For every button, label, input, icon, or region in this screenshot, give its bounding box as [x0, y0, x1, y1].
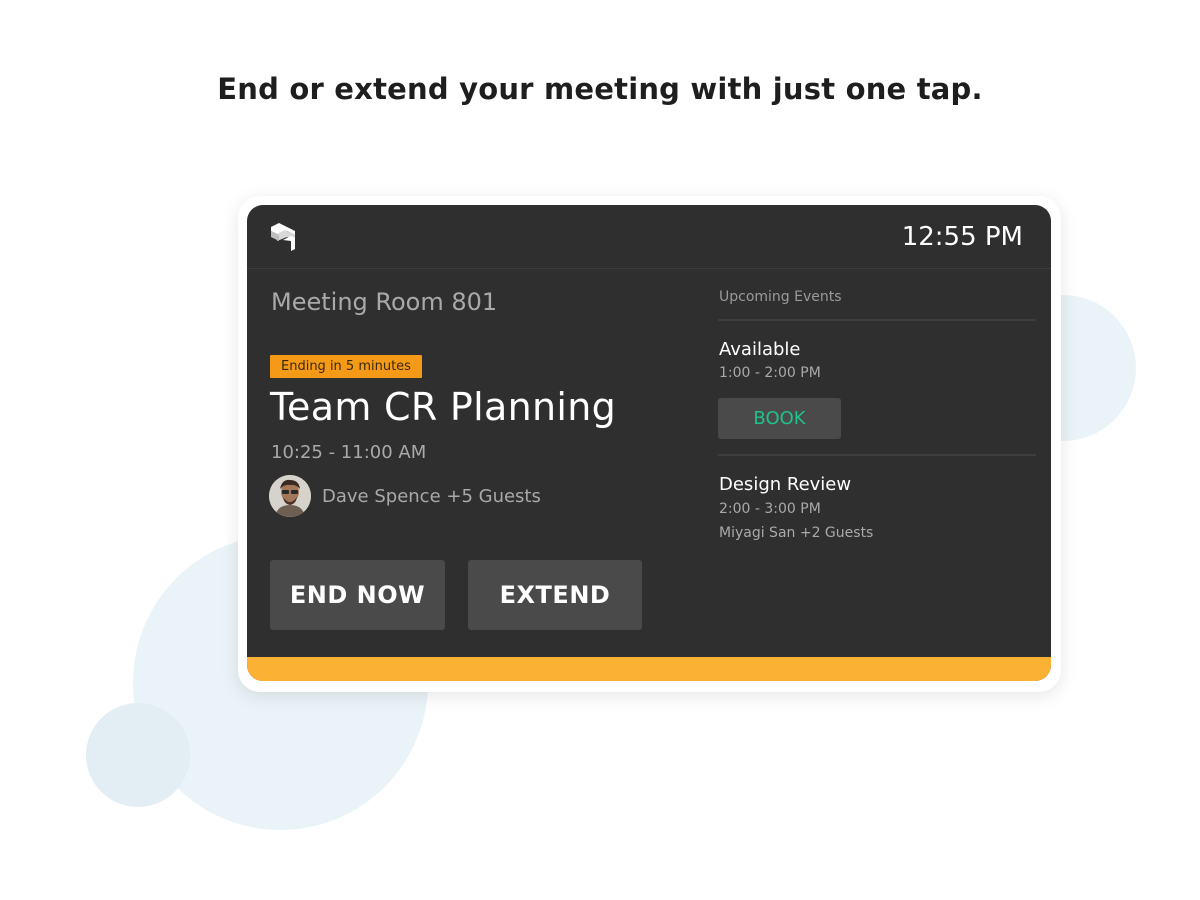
- event-title-design-review: Design Review: [719, 474, 852, 495]
- upcoming-events-label: Upcoming Events: [719, 289, 842, 305]
- status-bar: [247, 657, 1051, 681]
- stacked-logo-icon: [269, 221, 297, 251]
- user-avatar: [269, 475, 311, 517]
- room-name: Meeting Room 801: [271, 288, 498, 316]
- event-guests-design-review: Miyagi San +2 Guests: [719, 525, 874, 541]
- decorative-circle-small: [86, 703, 190, 807]
- extend-button[interactable]: EXTEND: [468, 560, 642, 630]
- event-title-available: Available: [719, 339, 801, 360]
- event-time-design-review: 2:00 - 3:00 PM: [719, 501, 821, 517]
- divider: [718, 454, 1036, 456]
- promo-stage: End or extend your meeting with just one…: [0, 0, 1200, 900]
- event-time-available: 1:00 - 2:00 PM: [719, 365, 821, 381]
- book-button[interactable]: BOOK: [718, 398, 841, 439]
- ending-badge: Ending in 5 minutes: [270, 355, 422, 378]
- meeting-time: 10:25 - 11:00 AM: [271, 442, 427, 463]
- clock: 12:55 PM: [901, 222, 1023, 252]
- room-display-screen: 12:55 PM Meeting Room 801 Ending in 5 mi…: [247, 205, 1051, 681]
- end-now-button[interactable]: END NOW: [270, 560, 445, 630]
- divider: [718, 319, 1036, 321]
- top-bar: 12:55 PM: [247, 205, 1051, 269]
- headline: End or extend your meeting with just one…: [217, 72, 983, 106]
- host-and-guests: Dave Spence +5 Guests: [322, 486, 541, 507]
- meeting-title: Team CR Planning: [270, 385, 617, 429]
